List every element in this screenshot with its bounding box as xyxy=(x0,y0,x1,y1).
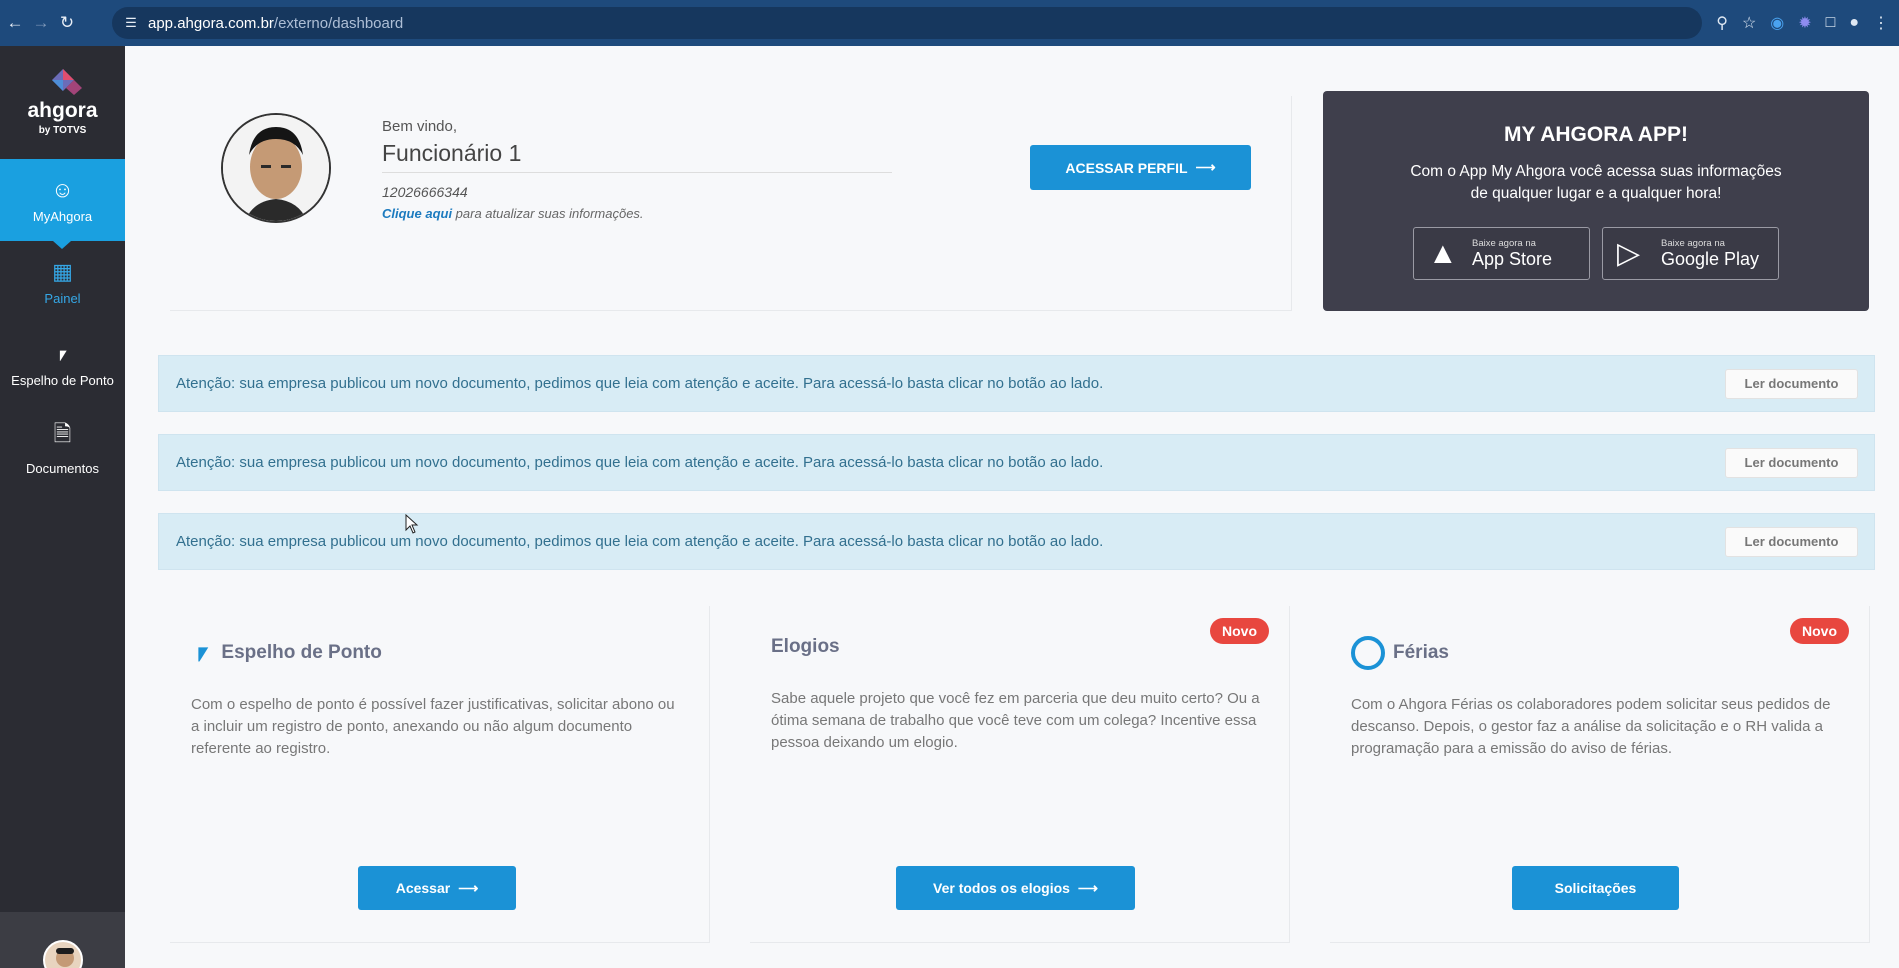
arrow-right-icon: ⟶ xyxy=(458,879,479,896)
sidebar-item-label: Espelho de Ponto xyxy=(11,372,114,388)
logo-diamond-icon xyxy=(51,69,82,95)
bookmark-star-icon[interactable]: ☆ xyxy=(1742,13,1756,33)
google-play-big-text: Google Play xyxy=(1661,248,1760,269)
vacation-clock-icon xyxy=(1351,636,1385,670)
app-store-button[interactable]: ▲ Baixe agora na App Store xyxy=(1413,227,1590,280)
document-icon: 🗎 xyxy=(53,420,72,446)
ahgora-logo[interactable]: ahgora by TOTVS xyxy=(0,46,125,159)
feature-title-text: Elogios xyxy=(771,636,840,657)
app-store-icon: ▲ xyxy=(1428,236,1458,270)
sidebar-item-label: Painel xyxy=(44,290,81,306)
google-play-icon: ▷ xyxy=(1617,237,1641,270)
ler-documento-button[interactable]: Ler documento xyxy=(1725,368,1858,399)
sidebar-item-myahgora[interactable]: ☺ MyAhgora xyxy=(0,159,125,249)
site-info-icon[interactable]: ☰ xyxy=(120,12,142,34)
arrow-right-icon: ⟶ xyxy=(1195,159,1216,175)
feature-card-espelho-de-ponto: ⎖ Espelho de Ponto Com o espelho de pont… xyxy=(170,606,710,943)
browser-toolbar: ← → ↻ ☰ app.ahgora.com.br/externo/dashbo… xyxy=(0,0,1899,46)
sidebar-item-label: Documentos xyxy=(26,460,99,476)
user-circle-icon: ☺ xyxy=(51,176,74,202)
button-label: Acessar xyxy=(395,880,451,896)
arrow-right-icon: ⟶ xyxy=(1077,879,1098,896)
feature-card-elogios: Novo Elogios Sabe aquele projeto que voc… xyxy=(750,606,1290,943)
button-label: Ver todos os elogios xyxy=(933,880,1070,896)
dashboard-grid-icon: ▦ xyxy=(52,258,73,284)
solicitacoes-button[interactable]: Solicitações xyxy=(1512,866,1679,910)
welcome-text: Bem vindo, xyxy=(382,118,458,135)
update-info-rest: para atualizar suas informações. xyxy=(452,206,644,221)
back-arrow-icon[interactable]: ← xyxy=(4,12,26,34)
ler-documento-button[interactable]: Ler documento xyxy=(1725,447,1858,478)
profile-card: Bem vindo, Funcionário 1 12026666344 Cli… xyxy=(170,96,1292,311)
ver-todos-os-elogios-button[interactable]: Ver todos os elogios ⟶ xyxy=(896,866,1135,910)
google-play-small-text: Baixe agora na xyxy=(1661,237,1725,249)
zoom-icon[interactable]: ⚲ xyxy=(1716,13,1728,33)
feature-description: Com o Ahgora Férias os colaboradores pod… xyxy=(1351,696,1831,757)
google-play-button[interactable]: ▷ Baixe agora na Google Play xyxy=(1602,227,1779,280)
logo-text: ahgora xyxy=(27,99,98,122)
monitor-star-icon: ⎖ xyxy=(191,636,214,667)
employee-id: 12026666344 xyxy=(382,184,468,200)
browser-actions: ⚲ ☆ ◉ ✹ □ ● ⋮ xyxy=(1716,0,1899,46)
app-store-big-text: App Store xyxy=(1472,248,1553,269)
notice-text: Atenção: sua empresa publicou um novo do… xyxy=(176,454,1104,471)
app-card-title: MY AHGORA APP! xyxy=(1504,123,1688,146)
user-avatar[interactable] xyxy=(42,940,83,968)
feature-description: Sabe aquele projeto que você fez em parc… xyxy=(771,690,1260,751)
feature-description: Com o espelho de ponto é possível fazer … xyxy=(191,696,675,757)
sidebar-item-espelho-de-ponto[interactable]: ⎖ Espelho de Ponto xyxy=(0,323,125,405)
notice-text: Atenção: sua empresa publicou um novo do… xyxy=(176,533,1104,550)
button-label: Solicitações xyxy=(1554,880,1637,896)
button-label: ACESSAR PERFIL xyxy=(1065,159,1188,176)
novo-badge: Novo xyxy=(1790,618,1849,644)
feature-title: Elogios xyxy=(771,636,840,658)
feature-title-text: Espelho de Ponto xyxy=(221,641,382,663)
url-host: app.ahgora.com.br xyxy=(148,14,274,32)
logo-subtext: by TOTVS xyxy=(38,125,87,136)
document-notice: Atenção: sua empresa publicou um novo do… xyxy=(158,355,1875,412)
url-path: /externo/dashboard xyxy=(273,14,404,32)
profile-icon[interactable]: ● xyxy=(1849,14,1859,32)
sidebar: ahgora by TOTVS ☺ MyAhgora ▦ Painel ⎖ Es… xyxy=(0,46,125,968)
mouse-cursor-icon xyxy=(405,514,419,534)
feature-title: Férias xyxy=(1351,636,1449,670)
novo-badge: Novo xyxy=(1210,618,1269,644)
app-store-small-text: Baixe agora na xyxy=(1472,237,1536,249)
feature-card-ferias: Novo Férias Com o Ahgora Férias os colab… xyxy=(1330,606,1870,943)
address-bar[interactable]: ☰ app.ahgora.com.br/externo/dashboard xyxy=(112,7,1702,39)
acessar-perfil-button[interactable]: ACESSAR PERFIL ⟶ xyxy=(1030,145,1251,190)
monitor-star-icon: ⎖ xyxy=(53,340,72,366)
update-info-link[interactable]: Clique aqui xyxy=(382,206,452,221)
reload-icon[interactable]: ↻ xyxy=(56,12,78,34)
profile-photo xyxy=(221,113,331,223)
sidebar-user-area xyxy=(0,912,125,968)
extension-gear-icon[interactable]: ✹ xyxy=(1798,13,1811,33)
sidebar-item-label: MyAhgora xyxy=(32,208,93,224)
employee-name: Funcionário 1 xyxy=(382,140,892,173)
sidebar-item-documentos[interactable]: 🗎 Documentos xyxy=(0,405,125,487)
ler-documento-button[interactable]: Ler documento xyxy=(1725,526,1858,557)
feature-title: ⎖ Espelho de Ponto xyxy=(191,636,382,669)
sidebar-item-painel[interactable]: ▦ Painel xyxy=(0,241,125,323)
extension-g-icon[interactable]: ◉ xyxy=(1770,13,1784,33)
my-ahgora-app-card: MY AHGORA APP! Com o App My Ahgora você … xyxy=(1323,91,1869,311)
app-card-description: Com o App My Ahgora você acessa suas inf… xyxy=(1410,163,1782,202)
store-buttons: ▲ Baixe agora na App Store ▷ Baixe agora… xyxy=(1323,227,1869,280)
update-info-text: Clique aqui para atualizar suas informaç… xyxy=(382,206,644,221)
notice-text: Atenção: sua empresa publicou um novo do… xyxy=(176,375,1104,392)
forward-arrow-icon[interactable]: → xyxy=(30,12,52,34)
menu-dots-icon[interactable]: ⋮ xyxy=(1873,13,1889,33)
feature-title-text: Férias xyxy=(1393,642,1449,663)
extensions-puzzle-icon[interactable]: □ xyxy=(1826,14,1836,32)
document-notice: Atenção: sua empresa publicou um novo do… xyxy=(158,434,1875,491)
acessar-button[interactable]: Acessar ⟶ xyxy=(358,866,516,910)
